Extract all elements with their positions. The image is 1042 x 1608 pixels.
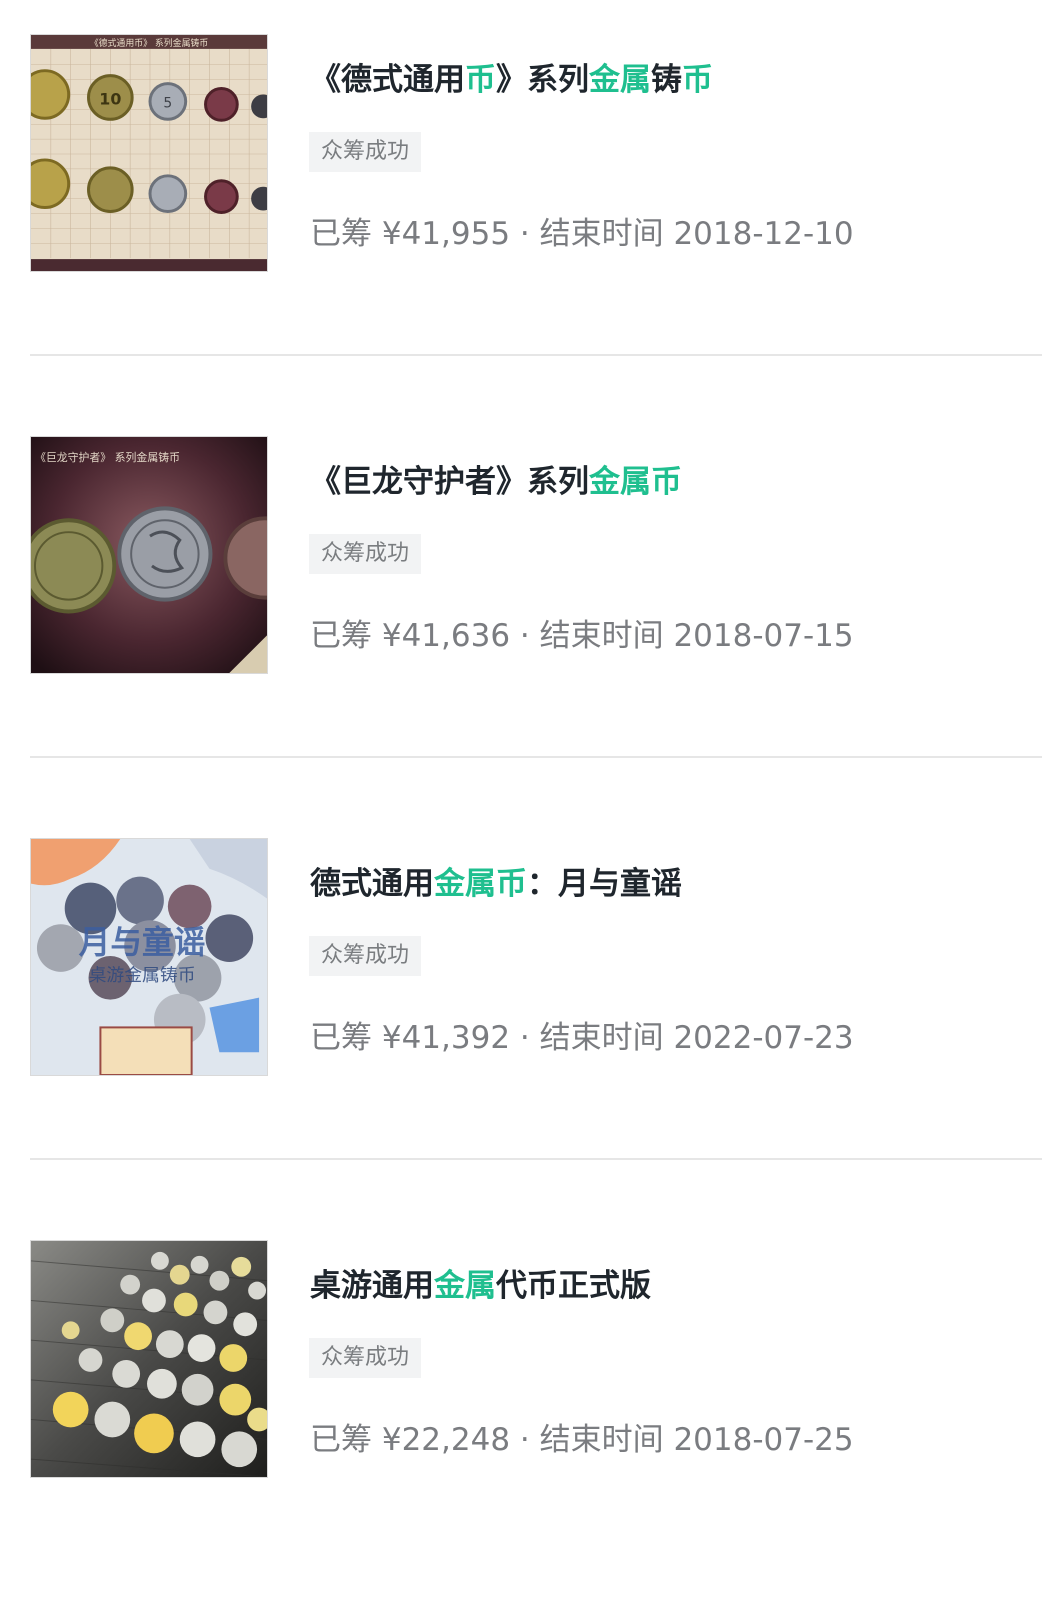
funding-meta: 已筹 ¥22,248 · 结束时间 2018-07-25 xyxy=(310,1422,854,1458)
project-thumbnail[interactable] xyxy=(30,1240,268,1478)
title-segment: 铸 xyxy=(651,62,682,98)
project-thumbnail[interactable]: 月与童谣 桌游金属铸币 xyxy=(30,838,268,1076)
funding-meta: 已筹 ¥41,636 · 结束时间 2018-07-15 xyxy=(310,618,854,654)
thumbnail-caption: 月与童谣 xyxy=(79,924,206,961)
svg-text:10: 10 xyxy=(99,89,121,108)
crowdfunding-list: 10 5 《德式通用币》 系列金属铸币 《德式通用币》系列金属铸币 众筹成功 已… xyxy=(30,0,1042,1608)
title-highlight: 币 xyxy=(682,62,713,98)
title-segment: 桌游通用 xyxy=(310,1268,434,1304)
thumbnail-caption: 《德式通用币》 系列金属铸币 xyxy=(90,37,209,49)
project-title[interactable]: 《德式通用币》系列金属铸币 xyxy=(310,58,713,102)
list-item[interactable]: 10 5 《德式通用币》 系列金属铸币 《德式通用币》系列金属铸币 众筹成功 已… xyxy=(30,0,1042,402)
title-highlight: 金属币 xyxy=(434,866,527,902)
title-highlight: 金属 xyxy=(589,62,651,98)
title-highlight: 金属 xyxy=(434,1268,496,1304)
list-item[interactable]: 《巨龙守护者》 系列金属铸币 《巨龙守护者》系列金属币 众筹成功 已筹 ¥41,… xyxy=(30,402,1042,804)
status-badge: 众筹成功 xyxy=(309,132,422,172)
title-segment: 代币正式版 xyxy=(496,1268,651,1304)
project-title[interactable]: 德式通用金属币：月与童谣 xyxy=(310,862,682,906)
project-thumbnail[interactable]: 10 5 《德式通用币》 系列金属铸币 xyxy=(30,34,268,272)
project-title[interactable]: 桌游通用金属代币正式版 xyxy=(310,1264,651,1308)
status-badge: 众筹成功 xyxy=(309,1338,422,1378)
title-segment: 《德式通用 xyxy=(310,62,465,98)
list-item[interactable]: 桌游通用金属代币正式版 众筹成功 已筹 ¥22,248 · 结束时间 2018-… xyxy=(30,1206,1042,1608)
title-segment: 《巨龙守护者》系列 xyxy=(310,464,589,500)
title-highlight: 金属币 xyxy=(589,464,682,500)
divider xyxy=(30,756,1042,758)
thumbnail-caption: 《巨龙守护者》 系列金属铸币 xyxy=(35,450,180,464)
title-segment: 》系列 xyxy=(496,62,589,98)
list-item[interactable]: 月与童谣 桌游金属铸币 德式通用金属币：月与童谣 众筹成功 已筹 ¥41,392… xyxy=(30,804,1042,1206)
svg-text:5: 5 xyxy=(163,95,172,111)
project-title[interactable]: 《巨龙守护者》系列金属币 xyxy=(310,460,682,504)
title-segment: ：月与童谣 xyxy=(527,866,682,902)
funding-meta: 已筹 ¥41,392 · 结束时间 2022-07-23 xyxy=(310,1020,854,1056)
project-thumbnail[interactable]: 《巨龙守护者》 系列金属铸币 xyxy=(30,436,268,674)
divider xyxy=(30,354,1042,356)
status-badge: 众筹成功 xyxy=(309,534,422,574)
title-highlight: 币 xyxy=(465,62,496,98)
thumbnail-subcaption: 桌游金属铸币 xyxy=(89,965,196,986)
status-badge: 众筹成功 xyxy=(309,936,422,976)
divider xyxy=(30,1158,1042,1160)
funding-meta: 已筹 ¥41,955 · 结束时间 2018-12-10 xyxy=(310,216,854,252)
title-segment: 德式通用 xyxy=(310,866,434,902)
